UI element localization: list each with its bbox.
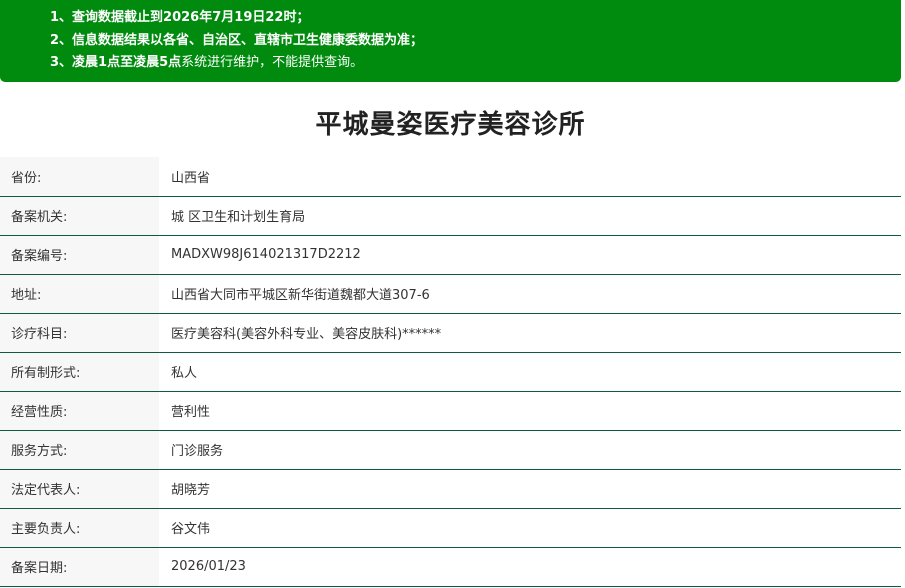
table-row-registration-number: 备案编号: MADXW98J614021317D2212	[0, 235, 901, 275]
row-value: 私人	[159, 352, 901, 392]
row-label: 省份:	[0, 157, 159, 197]
row-value: 门诊服务	[159, 430, 901, 470]
table-row-ownership: 所有制形式: 私人	[0, 352, 901, 392]
notice-line-3-rest: 系统进行维护，不能提供查询。	[181, 55, 364, 70]
row-label: 经营性质:	[0, 391, 159, 431]
row-value: 山西省大同市平城区新华街道魏都大道307-6	[159, 274, 901, 314]
row-value: 山西省	[159, 157, 901, 197]
table-row-legal-representative: 法定代表人: 胡晓芳	[0, 469, 901, 509]
row-label: 备案编号:	[0, 235, 159, 275]
row-value: 营利性	[159, 391, 901, 431]
row-label: 服务方式:	[0, 430, 159, 470]
table-row-service-mode: 服务方式: 门诊服务	[0, 430, 901, 470]
row-label: 备案机关:	[0, 196, 159, 236]
row-value: 胡晓芳	[159, 469, 901, 509]
notice-line-1: 1、查询数据截止到2026年7月19日22时；	[50, 10, 310, 25]
row-label: 地址:	[0, 274, 159, 314]
notice-line-3: 3、凌晨1点至凌晨5点系统进行维护，不能提供查询。	[50, 52, 901, 75]
row-value: 谷文伟	[159, 508, 901, 548]
table-row-address: 地址: 山西省大同市平城区新华街道魏都大道307-6	[0, 274, 901, 314]
info-table: 省份: 山西省 备案机关: 城 区卫生和计划生育局 备案编号: MADXW98J…	[0, 157, 901, 587]
row-value: 城 区卫生和计划生育局	[159, 196, 901, 236]
row-label: 诊疗科目:	[0, 313, 159, 353]
notice-banner: 1、查询数据截止到2026年7月19日22时； 2、信息数据结果以各省、自治区、…	[0, 0, 901, 82]
row-label: 法定代表人:	[0, 469, 159, 509]
table-row-authority: 备案机关: 城 区卫生和计划生育局	[0, 196, 901, 236]
row-label: 所有制形式:	[0, 352, 159, 392]
row-value: MADXW98J614021317D2212	[159, 235, 901, 275]
notice-line-2: 2、信息数据结果以各省、自治区、直辖市卫生健康委数据为准；	[50, 32, 424, 48]
row-label: 主要负责人:	[0, 508, 159, 548]
table-row-business-nature: 经营性质: 营利性	[0, 391, 901, 431]
table-row-province: 省份: 山西省	[0, 157, 901, 197]
row-value: 2026/01/23	[159, 547, 901, 587]
row-label: 备案日期:	[0, 547, 159, 587]
table-row-departments: 诊疗科目: 医疗美容科(美容外科专业、美容皮肤科)******	[0, 313, 901, 353]
table-row-principal: 主要负责人: 谷文伟	[0, 508, 901, 548]
page-title: 平城曼姿医疗美容诊所	[315, 110, 586, 140]
row-value: 医疗美容科(美容外科专业、美容皮肤科)******	[159, 313, 901, 353]
notice-line-3-bold: 3、凌晨1点至凌晨5点	[50, 55, 182, 70]
table-row-registration-date: 备案日期: 2026/01/23	[0, 547, 901, 587]
